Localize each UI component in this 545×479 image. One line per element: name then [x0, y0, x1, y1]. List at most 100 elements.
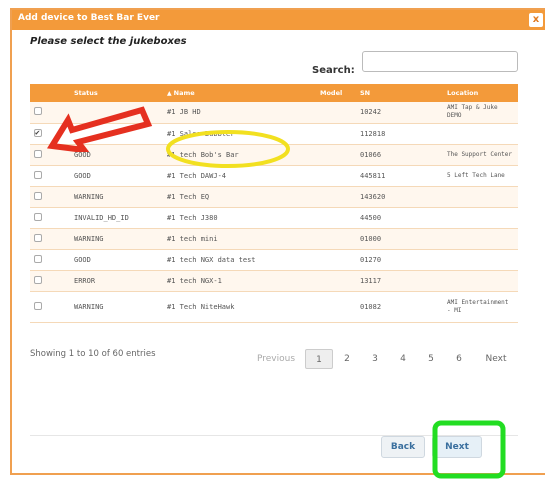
checkbox[interactable] — [34, 301, 42, 310]
row-model — [316, 207, 356, 229]
checkbox[interactable] — [34, 275, 42, 284]
row-sn: 01066 — [356, 144, 443, 166]
row-name: #1 Sales Bubbler — [163, 123, 316, 145]
column-header-name[interactable]: ▲ Name — [163, 84, 316, 102]
table-row[interactable]: ERROR #1 tech NGX-1 13117 — [30, 270, 518, 292]
row-select-checkbox — [30, 165, 70, 187]
table-row[interactable]: #1 Sales Bubbler 112818 — [30, 123, 518, 145]
pagination-next[interactable]: Next — [473, 354, 519, 364]
dialog-titlebar: Add device to Best Bar Ever x — [12, 10, 545, 30]
back-button[interactable]: Back — [381, 436, 425, 458]
row-model — [316, 270, 356, 292]
checkbox[interactable] — [34, 191, 42, 200]
row-select-checkbox — [30, 207, 70, 229]
row-select-checkbox — [30, 228, 70, 250]
row-location: AMI Tap & Juke DEMO — [443, 102, 518, 124]
dialog-title: Add device to Best Bar Ever — [18, 13, 160, 23]
pagination-page-2[interactable]: 2 — [333, 349, 361, 369]
row-model — [316, 123, 356, 145]
row-name: #1 Tech DAWJ-4 — [163, 165, 316, 187]
pagination-page-4[interactable]: 4 — [389, 349, 417, 369]
row-select-checkbox — [30, 186, 70, 208]
row-select-checkbox — [30, 249, 70, 271]
column-header-status[interactable]: Status — [70, 84, 163, 102]
row-select-checkbox — [30, 102, 70, 124]
row-status: GOOD — [70, 249, 163, 271]
row-location — [443, 123, 518, 145]
column-header-location[interactable]: Location — [443, 84, 518, 102]
row-model — [316, 228, 356, 250]
row-status: GOOD — [70, 144, 163, 166]
row-name: #1 tech NGX-1 — [163, 270, 316, 292]
row-sn: 01270 — [356, 249, 443, 271]
row-select-checkbox — [30, 270, 70, 292]
table-header-row: Status ▲ Name Model SN Location — [30, 84, 518, 102]
check-icon[interactable] — [34, 128, 42, 137]
row-status: GOOD — [70, 165, 163, 187]
row-location — [443, 186, 518, 208]
row-sn: 10242 — [356, 102, 443, 124]
next-button[interactable]: Next — [432, 436, 482, 458]
column-header-name-label: Name — [173, 89, 195, 97]
row-model — [316, 102, 356, 124]
row-sn: 44500 — [356, 207, 443, 229]
search-input[interactable] — [362, 51, 518, 72]
row-name: #1 Tech J380 — [163, 207, 316, 229]
table-row[interactable]: GOOD #1 Tech DAWJ-4 445811 5 Left Tech Lane — [30, 165, 518, 187]
row-status: WARNING — [70, 186, 163, 208]
close-icon[interactable]: x — [529, 13, 543, 27]
pagination-page-5[interactable]: 5 — [417, 349, 445, 369]
row-model — [316, 291, 356, 323]
row-location — [443, 249, 518, 271]
table-row[interactable]: GOOD #1 tech Bob's Bar 01066 The Support Ce… — [30, 144, 518, 166]
row-location: 5 Left Tech Lane — [443, 165, 518, 187]
sort-icon: ▲ — [167, 90, 172, 97]
jukebox-table: Status ▲ Name Model SN Location #1 JB HD 1… — [30, 84, 518, 323]
row-location — [443, 207, 518, 229]
table-row[interactable]: INVALID_HD_ID #1 Tech J380 44500 — [30, 207, 518, 229]
row-name: #1 Tech EQ — [163, 186, 316, 208]
table-row[interactable]: WARNING #1 Tech EQ 143620 — [30, 186, 518, 208]
page-heading: Please select the jukeboxes — [30, 36, 187, 47]
checkbox[interactable] — [34, 170, 42, 179]
pagination-page-3[interactable]: 3 — [361, 349, 389, 369]
pagination: Previous 1 2 3 4 5 6 Next — [247, 349, 519, 369]
checkbox[interactable] — [34, 212, 42, 221]
column-header-select — [30, 84, 70, 102]
pagination-previous[interactable]: Previous — [247, 354, 305, 364]
checkbox[interactable] — [34, 254, 42, 263]
table-row[interactable]: #1 JB HD 10242 AMI Tap & Juke DEMO — [30, 102, 518, 124]
row-status — [70, 102, 163, 124]
checkbox[interactable] — [34, 233, 42, 242]
table-info: Showing 1 to 10 of 60 entries — [30, 349, 156, 359]
checkbox[interactable] — [34, 149, 42, 158]
table-row[interactable]: GOOD #1 tech NGX data test 01270 — [30, 249, 518, 271]
row-name: #1 Tech NiteHawk — [163, 291, 316, 323]
row-name: #1 tech mini — [163, 228, 316, 250]
row-select-checkbox — [30, 291, 70, 323]
jukebox-table-wrapper: Status ▲ Name Model SN Location #1 JB HD 1… — [30, 84, 518, 323]
row-select-checkbox — [30, 144, 70, 166]
row-name: #1 JB HD — [163, 102, 316, 124]
row-sn: 01082 — [356, 291, 443, 323]
row-location — [443, 228, 518, 250]
column-header-model[interactable]: Model — [316, 84, 356, 102]
table-row[interactable]: WARNING #1 tech mini 01000 — [30, 228, 518, 250]
row-status: ERROR — [70, 270, 163, 292]
row-location — [443, 270, 518, 292]
row-model — [316, 249, 356, 271]
pagination-page-6[interactable]: 6 — [445, 349, 473, 369]
row-sn: 01000 — [356, 228, 443, 250]
row-select-checkbox — [30, 123, 70, 145]
row-name: #1 tech NGX data test — [163, 249, 316, 271]
row-name: #1 tech Bob's Bar — [163, 144, 316, 166]
search-label: Search: — [312, 65, 355, 76]
table-row[interactable]: WARNING #1 Tech NiteHawk 01082 AMI Entertai… — [30, 291, 518, 323]
row-location: The Support Center — [443, 144, 518, 166]
checkbox[interactable] — [34, 107, 42, 116]
row-sn: 112818 — [356, 123, 443, 145]
column-header-sn[interactable]: SN — [356, 84, 443, 102]
row-status: WARNING — [70, 291, 163, 323]
row-location: AMI Entertainment - MI — [443, 291, 518, 323]
pagination-page-1[interactable]: 1 — [305, 349, 333, 369]
